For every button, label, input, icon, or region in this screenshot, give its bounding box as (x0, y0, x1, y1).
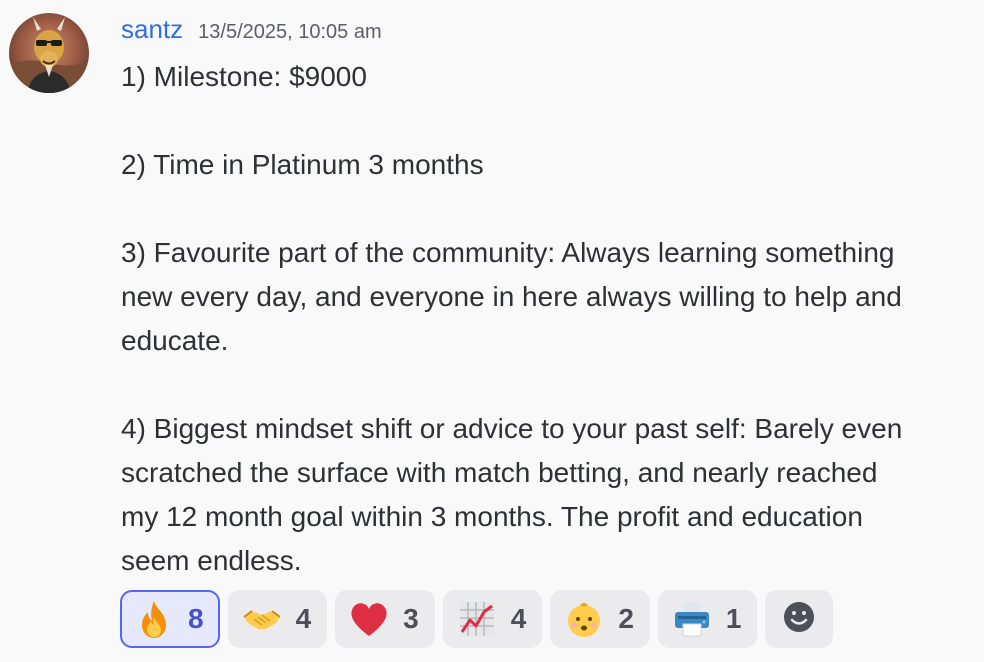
goat-avatar-icon (9, 13, 89, 93)
handshake-emoji-icon (242, 599, 282, 639)
user-avatar[interactable] (9, 13, 89, 93)
add-reaction-button[interactable] (765, 590, 834, 648)
username[interactable]: santz (121, 14, 183, 45)
message-timestamp[interactable]: 13/5/2025, 10:05 am (198, 21, 381, 44)
reaction-printer[interactable]: 1 (657, 590, 758, 648)
fire-emoji-icon (134, 599, 174, 639)
reaction-count: 2 (618, 603, 634, 634)
reaction-count: 3 (403, 603, 419, 634)
message-line: educate. (121, 325, 229, 356)
message-line: my 12 month goal within 3 months. The pr… (121, 501, 863, 532)
reaction-bar: 8 4 3 4 2 1 (120, 590, 834, 648)
message-line: 1) Milestone: $9000 (121, 61, 367, 92)
message-line: 2) Time in Platinum 3 months (121, 149, 484, 180)
red-heart-emoji-icon (349, 599, 389, 639)
reaction-heart[interactable]: 3 (335, 590, 435, 648)
reaction-count: 8 (188, 603, 204, 634)
message-line: 3) Favourite part of the community: Alwa… (121, 237, 895, 268)
reaction-count: 4 (510, 603, 527, 634)
message-line: 4) Biggest mindset shift or advice to yo… (121, 413, 903, 444)
message-line: new every day, and everyone in here alwa… (121, 281, 902, 312)
reaction-count: 1 (725, 603, 742, 634)
reaction-chart-increasing[interactable]: 4 (442, 590, 543, 648)
add-reaction-icon (782, 600, 816, 639)
message-line: seem endless. (121, 545, 302, 576)
reaction-count: 4 (295, 603, 312, 634)
chart-increasing-emoji-icon (457, 599, 497, 639)
reaction-baby[interactable]: 2 (550, 590, 650, 648)
reaction-handshake[interactable]: 4 (227, 590, 328, 648)
printer-emoji-icon (672, 599, 712, 639)
message-content: 1) Milestone: $9000 2) Time in Platinum … (121, 55, 979, 583)
message-line: scratched the surface with match betting… (121, 457, 878, 488)
reaction-fire[interactable]: 8 (120, 590, 220, 648)
baby-emoji-icon (564, 599, 604, 639)
chat-message: santz 13/5/2025, 10:05 am 1) Milestone: … (0, 0, 984, 662)
message-header: santz 13/5/2025, 10:05 am (121, 14, 382, 52)
